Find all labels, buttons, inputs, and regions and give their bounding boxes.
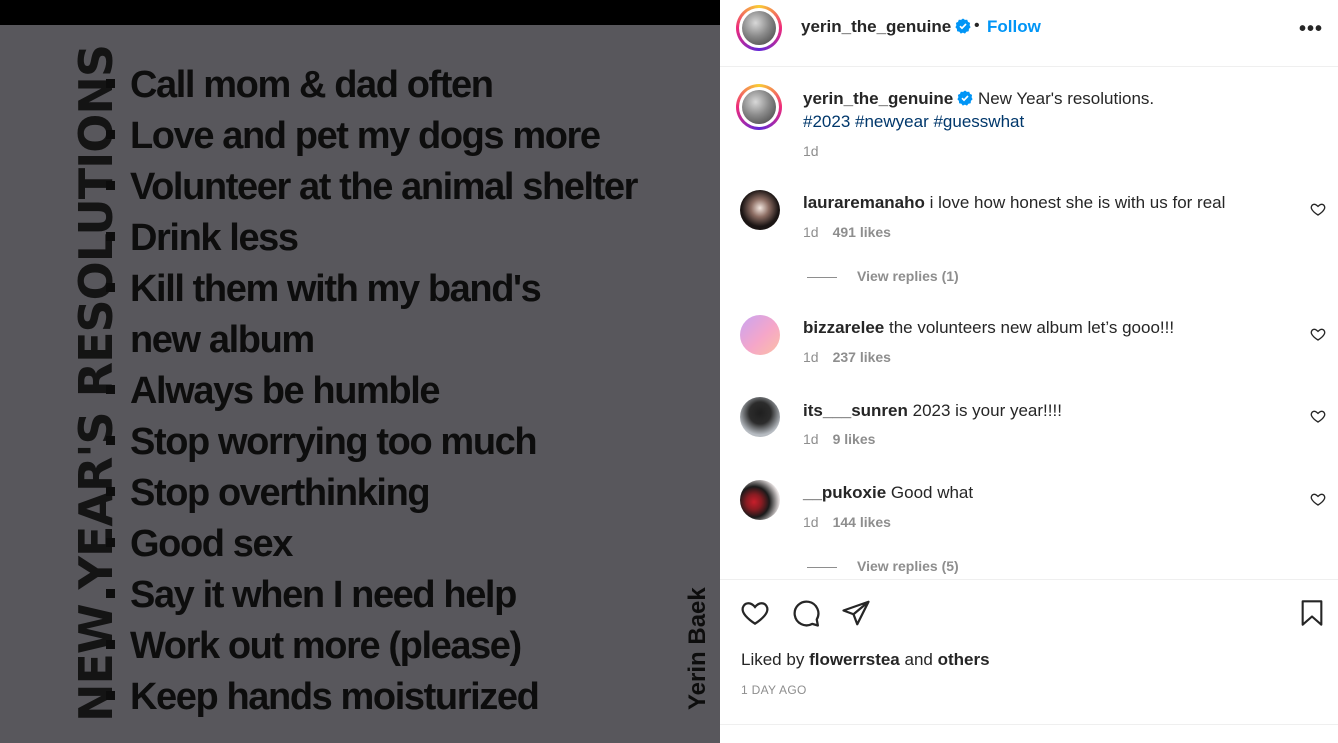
bullet-icon — [106, 691, 115, 700]
hashtag-link[interactable]: #guesswhat — [933, 112, 1024, 131]
bullet-icon — [106, 283, 115, 292]
bullet-icon — [106, 538, 115, 547]
resolution-item: Stop overthinking — [106, 468, 637, 519]
avatar-image — [742, 11, 776, 45]
like-comment-heart-icon[interactable] — [1310, 491, 1326, 507]
comment-text: bizzarelee the volunteers new album let’… — [803, 318, 1175, 337]
caption-username[interactable]: yerin_the_genuine — [803, 89, 953, 108]
save-bookmark-icon[interactable] — [1298, 598, 1326, 628]
bullet-icon — [106, 232, 115, 241]
commenter-avatar[interactable] — [740, 480, 780, 520]
resolution-item: Call mom & dad often — [106, 60, 637, 111]
caption-hashtags: #2023 #newyear #guesswhat — [803, 112, 1024, 132]
comment-likes[interactable]: 237 likes — [833, 349, 891, 365]
comment-likes[interactable]: 9 likes — [833, 431, 876, 447]
like-comment-heart-icon[interactable] — [1310, 408, 1326, 424]
commenter-avatar[interactable] — [740, 397, 780, 437]
verified-badge-icon — [957, 90, 973, 106]
caption-avatar[interactable] — [736, 84, 782, 130]
author-avatar[interactable] — [736, 5, 782, 51]
resolutions-poster: NEW YEAR'S RESOLUTIONS Call mom & dad of… — [0, 25, 720, 743]
comment-username[interactable]: lauraremanaho — [803, 193, 925, 212]
bullet-icon — [106, 385, 115, 394]
post-header: yerin_the_genuine • Follow ••• — [720, 0, 1338, 67]
hashtag-link[interactable]: #2023 — [803, 112, 850, 131]
header-username[interactable]: yerin_the_genuine — [801, 17, 951, 36]
bullet-icon — [106, 436, 115, 445]
resolution-item: Volunteer at the animal shelter — [106, 162, 638, 213]
like-heart-icon[interactable] — [740, 598, 770, 628]
view-replies-link[interactable]: View replies (1) — [807, 268, 959, 284]
comment-meta: 1d 491 likes — [803, 224, 891, 240]
share-paper-plane-icon[interactable] — [841, 598, 871, 628]
comment-likes[interactable]: 491 likes — [833, 224, 891, 240]
comment-meta: 1d 144 likes — [803, 514, 891, 530]
comment-meta: 1d 237 likes — [803, 349, 891, 365]
resolution-item: Work out more (please) — [106, 621, 637, 672]
resolutions-list: Call mom & dad often Love and pet my dog… — [106, 60, 638, 723]
resolution-item: Love and pet my dogs more — [106, 111, 637, 162]
caption-time[interactable]: 1d — [803, 143, 819, 159]
comment-username[interactable]: __pukoxie — [803, 483, 886, 502]
comment-text: its___sunren 2023 is your year!!!! — [803, 401, 1062, 420]
liked-by-text: Liked by flowerrstea and others — [741, 650, 990, 669]
comments-section[interactable]: yerin_the_genuine New Year's resolutions… — [720, 67, 1338, 579]
comment-likes[interactable]: 144 likes — [833, 514, 891, 530]
replies-divider — [807, 276, 837, 278]
comment-text: __pukoxie Good what — [803, 483, 974, 502]
bullet-icon — [106, 640, 115, 649]
comment-username[interactable]: bizzarelee — [803, 318, 884, 337]
verified-badge-icon — [955, 18, 971, 34]
follow-button[interactable]: Follow — [987, 17, 1041, 37]
bullet-icon — [106, 181, 115, 190]
bullet-icon — [106, 130, 115, 139]
post-actions: Liked by flowerrstea and others 1 DAY AG… — [720, 579, 1338, 725]
bullet-icon — [106, 79, 115, 88]
comment-text: lauraremanaho i love how honest she is w… — [803, 193, 1226, 212]
like-comment-heart-icon[interactable] — [1310, 201, 1326, 217]
bullet-icon — [106, 487, 115, 496]
resolution-item: Say it when I need help — [106, 570, 637, 621]
separator-dot: • — [974, 17, 980, 34]
avatar-image — [742, 90, 776, 124]
more-options-icon[interactable]: ••• — [1299, 18, 1323, 41]
commenter-avatar[interactable] — [740, 315, 780, 355]
comment-bubble-icon[interactable] — [791, 598, 821, 628]
resolution-item: Drink less — [106, 213, 637, 264]
resolution-item: Stop worrying too much — [106, 417, 637, 468]
post-image[interactable]: NEW YEAR'S RESOLUTIONS Call mom & dad of… — [0, 0, 720, 743]
resolution-item: Keep hands moisturized — [106, 672, 637, 723]
resolution-item-continuation: new album — [130, 319, 315, 361]
caption-text: yerin_the_genuine New Year's resolutions… — [803, 89, 1154, 109]
caption-body: New Year's resolutions. — [977, 89, 1155, 108]
commenter-avatar[interactable] — [740, 190, 780, 230]
post-date[interactable]: 1 DAY AGO — [741, 683, 807, 697]
liked-by-user-link[interactable]: flowerrstea — [809, 650, 900, 669]
hashtag-link[interactable]: #newyear — [855, 112, 929, 131]
poster-author: Yerin Baek — [684, 587, 711, 710]
view-replies-link[interactable]: View replies (5) — [807, 558, 959, 574]
replies-divider — [807, 566, 837, 568]
like-comment-heart-icon[interactable] — [1310, 326, 1326, 342]
resolution-item: Always be humble — [106, 366, 637, 417]
resolution-item: Kill them with my band's — [106, 264, 637, 315]
post-side-panel: yerin_the_genuine • Follow ••• yerin_the… — [720, 0, 1338, 743]
bullet-icon — [106, 589, 115, 598]
comment-username[interactable]: its___sunren — [803, 401, 908, 420]
resolution-item: Good sex — [106, 519, 637, 570]
comment-meta: 1d 9 likes — [803, 431, 876, 447]
liked-by-others-link[interactable]: others — [938, 650, 990, 669]
